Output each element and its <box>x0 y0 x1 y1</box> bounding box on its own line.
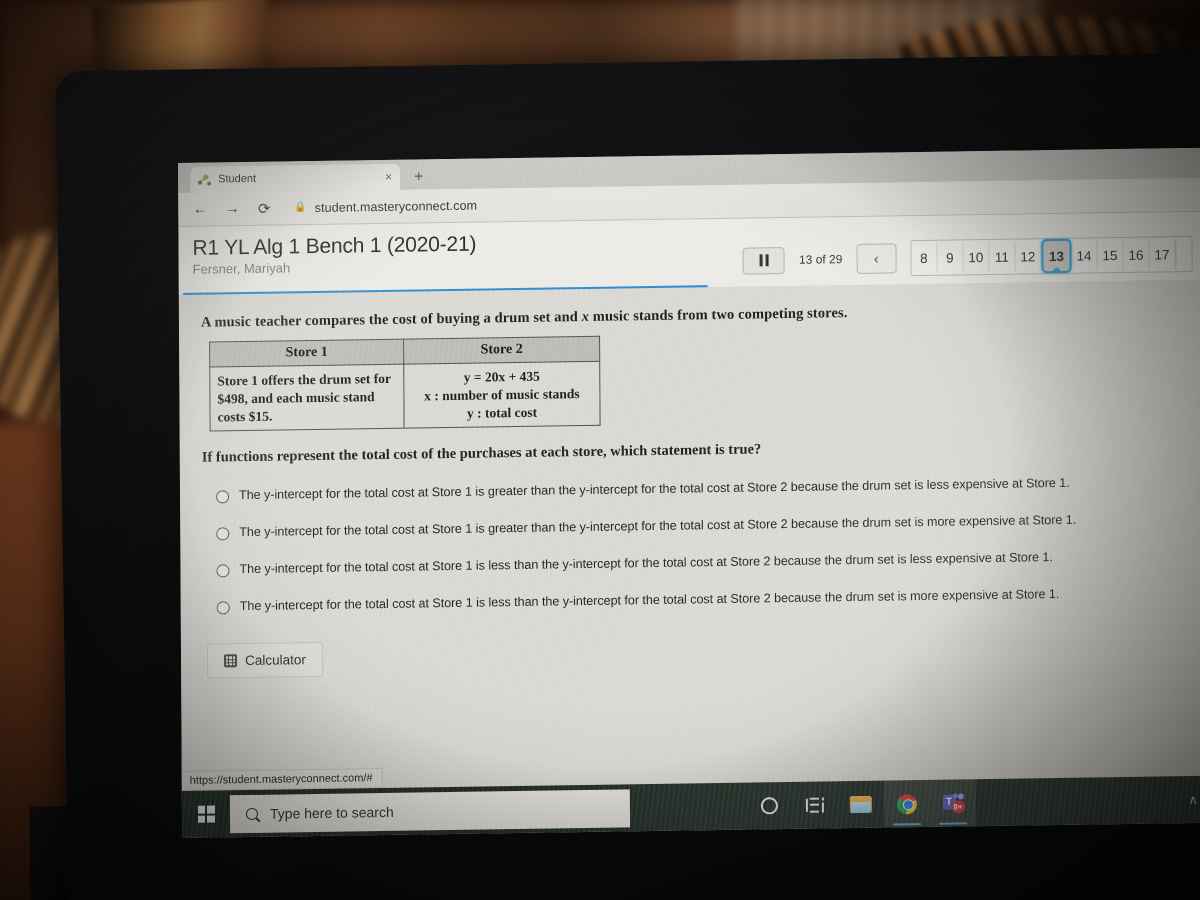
question-stem: A music teacher compares the cost of buy… <box>201 300 1187 332</box>
answer-options: The y-intercept for the total cost at St… <box>202 474 1189 615</box>
answer-option-2[interactable]: The y-intercept for the total cost at St… <box>216 511 1188 541</box>
question-body: A music teacher compares the cost of buy… <box>178 279 1200 816</box>
radio-button-icon[interactable] <box>216 490 230 504</box>
reload-icon[interactable]: ⟳ <box>256 199 272 217</box>
file-explorer-icon <box>849 795 872 814</box>
previous-question-button[interactable]: ‹ <box>856 243 897 274</box>
task-view-button[interactable] <box>792 781 838 829</box>
task-view-icon <box>805 797 824 813</box>
question-prompt: If functions represent the total cost of… <box>201 441 762 467</box>
page-button-14[interactable]: 14 <box>1071 240 1098 271</box>
start-button[interactable] <box>182 790 230 838</box>
lock-icon: 🔒 <box>294 202 307 214</box>
page-button-11[interactable]: 11 <box>989 241 1016 272</box>
search-placeholder: Type here to search <box>269 803 394 822</box>
calculator-icon <box>224 654 238 668</box>
table-header-store2: Store 2 <box>403 336 600 365</box>
system-tray: ∧ <box>1188 791 1200 807</box>
masteryconnect-dots-icon <box>198 173 212 186</box>
question-pagination: 8 9 10 11 12 13 14 15 16 17 <box>910 235 1193 277</box>
windows-start-icon <box>197 805 215 823</box>
answer-option-3[interactable]: The y-intercept for the total cost at St… <box>216 548 1188 578</box>
chrome-button[interactable] <box>883 779 931 828</box>
laptop-screen: Student × + ← → ⟳ 🔒 student.masteryconne… <box>178 147 1200 839</box>
taskbar-icons: T 9+ <box>746 779 977 830</box>
header-controls: 13 of 29 ‹ 8 9 10 11 12 13 14 15 16 17 <box>742 220 1195 279</box>
question-counter: 13 of 29 <box>798 252 843 267</box>
chrome-icon <box>896 793 917 814</box>
radio-button-icon[interactable] <box>216 600 230 615</box>
answer-option-label: The y-intercept for the total cost at St… <box>239 586 1060 613</box>
table-cell-store2: y = 20x + 435 x : number of music stands… <box>403 361 601 429</box>
radio-button-icon[interactable] <box>216 527 230 541</box>
search-icon <box>243 804 261 822</box>
page-button-17[interactable]: 17 <box>1149 239 1176 270</box>
cortana-button[interactable] <box>746 782 792 830</box>
store2-x-definition: x : number of music stands <box>424 385 580 404</box>
page-button-13-current[interactable]: 13 <box>1041 238 1072 274</box>
answer-option-label: The y-intercept for the total cost at St… <box>239 549 1053 577</box>
page-button-8[interactable]: 8 <box>911 242 938 274</box>
tray-expand-chevron-icon[interactable]: ∧ <box>1188 791 1198 807</box>
address-bar[interactable]: 🔒 student.masteryconnect.com <box>294 198 477 215</box>
answer-option-label: The y-intercept for the total cost at St… <box>238 476 1070 503</box>
page-button-15[interactable]: 15 <box>1097 239 1124 271</box>
page-button-10[interactable]: 10 <box>963 241 990 273</box>
teams-icon: T 9+ <box>942 793 965 814</box>
table-row: Store 1 offers the drum set for $498, an… <box>209 361 601 432</box>
stem-part-1: A music teacher compares the cost of buy… <box>200 309 582 331</box>
close-icon[interactable]: × <box>385 170 392 184</box>
teams-notification-badge: 9+ <box>951 800 965 814</box>
page-button-12[interactable]: 12 <box>1015 241 1042 272</box>
radio-button-icon[interactable] <box>216 564 230 578</box>
page-button-9[interactable]: 9 <box>937 242 964 273</box>
cortana-icon <box>760 797 778 815</box>
tab-title: Student <box>218 172 257 186</box>
calculator-button-label: Calculator <box>244 652 306 669</box>
store2-y-definition: y : total cost <box>466 404 538 421</box>
teams-button[interactable]: T 9+ <box>929 779 977 827</box>
photo-of-laptop-screen: Student × + ← → ⟳ 🔒 student.masteryconne… <box>0 0 1200 900</box>
answer-option-label: The y-intercept for the total cost at St… <box>239 512 1077 540</box>
stem-part-2: music stands from two competing stores. <box>588 305 848 325</box>
address-bar-url: student.masteryconnect.com <box>314 198 478 215</box>
back-icon[interactable]: ← <box>192 201 208 218</box>
taskbar-search-input[interactable]: Type here to search <box>229 788 631 833</box>
page-title: R1 YL Alg 1 Bench 1 (2020-21) <box>192 232 477 260</box>
table-cell-store1: Store 1 offers the drum set for $498, an… <box>209 364 405 432</box>
answer-option-4[interactable]: The y-intercept for the total cost at St… <box>216 585 1189 615</box>
page-button-16[interactable]: 16 <box>1123 239 1150 270</box>
page-button-next-partial[interactable] <box>1175 238 1192 270</box>
calculator-button[interactable]: Calculator <box>206 642 323 679</box>
title-block: R1 YL Alg 1 Bench 1 (2020-21) Fersner, M… <box>192 231 476 277</box>
forward-icon[interactable]: → <box>224 200 240 217</box>
store-comparison-table: Store 1 Store 2 Store 1 offers the drum … <box>209 336 601 432</box>
student-name: Fersner, Mariyah <box>192 260 291 277</box>
table-header-store1: Store 1 <box>209 339 404 368</box>
new-tab-button[interactable]: + <box>414 168 423 186</box>
file-explorer-button[interactable] <box>838 781 884 829</box>
browser-tab[interactable]: Student × <box>190 163 401 193</box>
pause-button[interactable] <box>742 246 786 275</box>
answer-option-1[interactable]: The y-intercept for the total cost at St… <box>216 474 1188 504</box>
